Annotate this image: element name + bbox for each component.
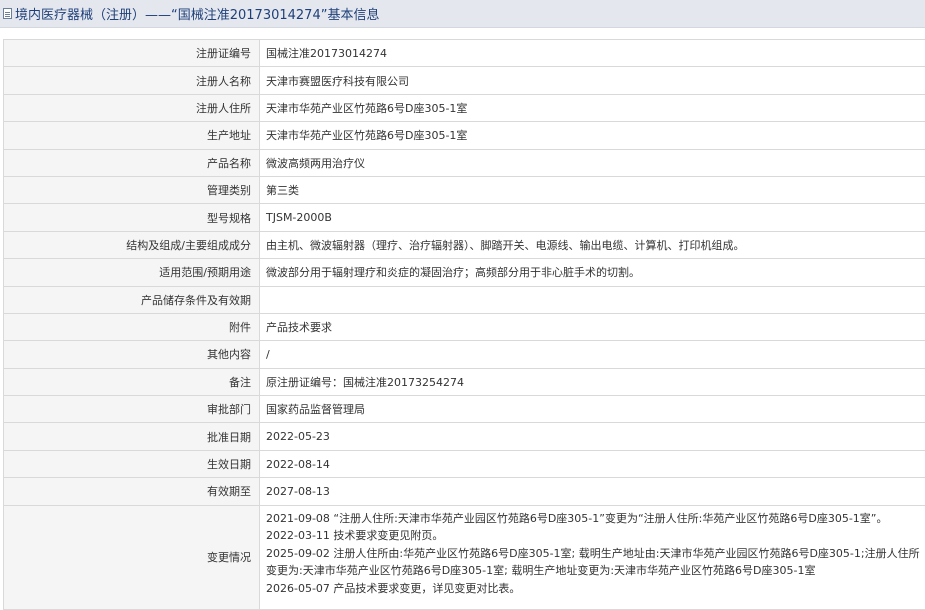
row-label: 型号规格 <box>3 203 260 232</box>
table-row: 注册人住所 天津市华苑产业区竹苑路6号D座305-1室 <box>3 93 925 123</box>
row-label: 审批部门 <box>3 395 260 424</box>
row-value: 产品技术要求 <box>259 312 925 342</box>
row-label: 附件 <box>3 312 260 342</box>
row-value: 原注册证编号：国械注准20173254274 <box>259 367 925 397</box>
row-label: 产品储存条件及有效期 <box>3 285 260 314</box>
row-value: 第三类 <box>259 175 925 205</box>
row-value: TJSM-2000B <box>259 203 925 232</box>
row-label: 注册人名称 <box>3 66 260 95</box>
registration-info-table: 注册证编号 国械注准20173014274 注册人名称 天津市赛盟医疗科技有限公… <box>3 38 925 610</box>
row-label: 产品名称 <box>3 148 260 177</box>
table-row: 附件 产品技术要求 <box>3 312 925 342</box>
table-row: 有效期至 2027-08-13 <box>3 477 925 506</box>
row-value: / <box>259 340 925 369</box>
table-row: 注册证编号 国械注准20173014274 <box>3 38 925 68</box>
table-row: 产品储存条件及有效期 <box>3 285 925 314</box>
table-row: 批准日期 2022-05-23 <box>3 422 925 451</box>
row-label: 有效期至 <box>3 477 260 506</box>
row-value: 国家药品监督管理局 <box>259 395 925 424</box>
change-entry: 变更为:天津市华苑产业区竹苑路6号D座305-1室; 载明生产地址变更为:天津市… <box>266 564 816 578</box>
row-value <box>259 285 925 314</box>
table-row: 型号规格 TJSM-2000B <box>3 203 925 232</box>
row-label: 注册证编号 <box>3 38 260 68</box>
page-header: 境内医疗器械（注册）——“国械注准20173014274”基本信息 <box>0 0 925 28</box>
row-label: 生产地址 <box>3 121 260 150</box>
table-row: 备注 原注册证编号：国械注准20173254274 <box>3 367 925 397</box>
row-label: 生效日期 <box>3 449 260 479</box>
row-value: 国械注准20173014274 <box>259 38 925 68</box>
table-row: 管理类别 第三类 <box>3 175 925 205</box>
change-entry: 2021-09-08 “注册人住所:天津市华苑产业园区竹苑路6号D座305-1”… <box>266 511 888 525</box>
row-value: 2027-08-13 <box>259 477 925 506</box>
change-entry: 2022-03-11 技术要求变更见附页。 <box>266 529 444 543</box>
document-icon <box>3 8 12 19</box>
row-label: 适用范围/预期用途 <box>3 258 260 287</box>
table-row: 产品名称 微波高频两用治疗仪 <box>3 148 925 177</box>
row-value: 天津市华苑产业区竹苑路6号D座305-1室 <box>259 93 925 123</box>
table-row: 结构及组成/主要组成成分 由主机、微波辐射器（理疗、治疗辐射器）、脚踏开关、电源… <box>3 230 925 260</box>
changes-label: 变更情况 <box>3 504 260 610</box>
row-value: 2022-08-14 <box>259 449 925 479</box>
table-row: 生效日期 2022-08-14 <box>3 449 925 479</box>
row-value: 天津市华苑产业区竹苑路6号D座305-1室 <box>259 121 925 150</box>
row-value: 由主机、微波辐射器（理疗、治疗辐射器）、脚踏开关、电源线、输出电缆、计算机、打印… <box>259 230 925 260</box>
row-label: 结构及组成/主要组成成分 <box>3 230 260 260</box>
change-entry: 2025-09-02 注册人住所由:华苑产业区竹苑路6号D座305-1室; 载明… <box>266 546 920 560</box>
table-row: 适用范围/预期用途 微波部分用于辐射理疗和炎症的凝固治疗；高频部分用于非心脏手术… <box>3 258 925 287</box>
row-value: 微波部分用于辐射理疗和炎症的凝固治疗；高频部分用于非心脏手术的切割。 <box>259 258 925 287</box>
table-row: 审批部门 国家药品监督管理局 <box>3 395 925 424</box>
row-value: 2022-05-23 <box>259 422 925 451</box>
row-label: 管理类别 <box>3 175 260 205</box>
table-row: 生产地址 天津市华苑产业区竹苑路6号D座305-1室 <box>3 121 925 150</box>
row-label: 备注 <box>3 367 260 397</box>
change-entry: 2026-05-07 产品技术要求变更，详见变更对比表。 <box>266 581 521 595</box>
table-row: 注册人名称 天津市赛盟医疗科技有限公司 <box>3 66 925 95</box>
row-label: 注册人住所 <box>3 93 260 123</box>
page-title: 境内医疗器械（注册）——“国械注准20173014274”基本信息 <box>15 8 380 23</box>
changes-value: 2021-09-08 “注册人住所:天津市华苑产业园区竹苑路6号D座305-1”… <box>259 504 925 610</box>
changes-row: 变更情况 2021-09-08 “注册人住所:天津市华苑产业园区竹苑路6号D座3… <box>3 504 925 610</box>
table-row: 其他内容 / <box>3 340 925 369</box>
row-label: 批准日期 <box>3 422 260 451</box>
row-value: 天津市赛盟医疗科技有限公司 <box>259 66 925 95</box>
row-value: 微波高频两用治疗仪 <box>259 148 925 177</box>
row-label: 其他内容 <box>3 340 260 369</box>
